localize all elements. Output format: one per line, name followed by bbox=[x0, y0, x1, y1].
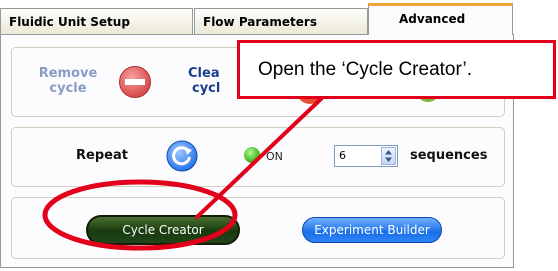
annotation-overlay bbox=[42, 96, 324, 251]
annotation-highlight-ellipse bbox=[42, 179, 238, 251]
annotation-pointer-line bbox=[194, 96, 324, 220]
